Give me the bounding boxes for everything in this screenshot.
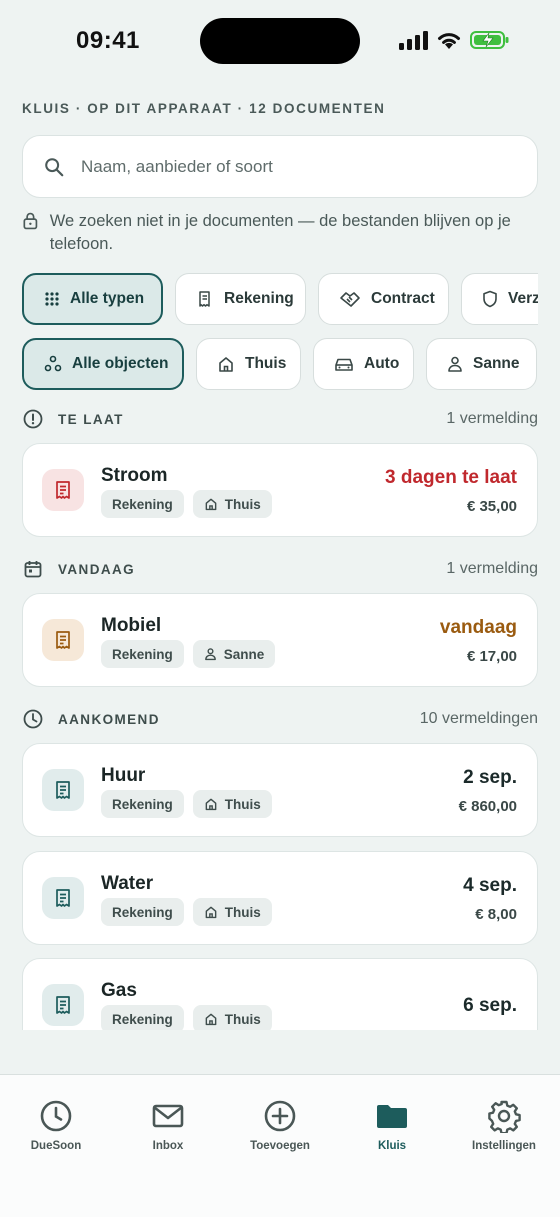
- document-title: Mobiel: [101, 615, 162, 636]
- tab-kluis[interactable]: Kluis: [336, 1099, 448, 1152]
- document-list: TE LAAT 1 vermelding Stroom Rekening Thu…: [0, 0, 560, 1030]
- tab-bar: DueSoon Inbox Toevoegen Kluis Instelling…: [0, 1074, 560, 1217]
- document-card-water[interactable]: Water Rekening Thuis 4 sep. € 8,00: [22, 851, 538, 945]
- section-count: 10 vermeldingen: [419, 710, 538, 727]
- house-icon: [205, 798, 217, 811]
- document-title: Huur: [101, 765, 146, 786]
- section-count: 1 vermelding: [446, 560, 538, 577]
- folder-icon: [377, 1105, 407, 1128]
- section-label: AANKOMEND: [58, 711, 160, 727]
- clock-icon: [40, 1100, 72, 1132]
- object-tag: Thuis: [192, 490, 272, 518]
- document-card-huur[interactable]: Huur Rekening Thuis 2 sep. € 860,00: [22, 743, 538, 837]
- amount-label: € 35,00: [466, 498, 517, 515]
- person-icon: [204, 648, 216, 661]
- section-count: 1 vermelding: [446, 410, 538, 427]
- plus-circle-icon: [264, 1100, 296, 1132]
- receipt-icon: [56, 631, 70, 649]
- clock-icon: [23, 709, 43, 729]
- type-tag: Rekening: [101, 790, 184, 818]
- type-tag: Rekening: [101, 490, 184, 518]
- due-label: 2 sep.: [463, 767, 517, 788]
- due-label: 3 dagen te laat: [385, 467, 517, 488]
- object-tag-label: Thuis: [224, 904, 261, 920]
- object-tag-label: Thuis: [224, 796, 261, 812]
- document-tags: Rekening Sanne: [101, 640, 276, 668]
- document-card-gas[interactable]: Gas Rekening Thuis 6 sep.: [22, 958, 538, 1030]
- document-tags: Rekening Thuis: [101, 1005, 272, 1030]
- document-icon-badge: [42, 619, 84, 661]
- tab-label: Inbox: [152, 1140, 184, 1152]
- object-tag: Sanne: [192, 640, 276, 668]
- object-tag-label: Sanne: [223, 646, 265, 662]
- document-tags: Rekening Thuis: [101, 490, 272, 518]
- object-tag-label: Thuis: [224, 496, 261, 512]
- type-tag: Rekening: [101, 1005, 184, 1030]
- document-icon-badge: [42, 769, 84, 811]
- house-icon: [205, 1013, 217, 1026]
- due-label: vandaag: [439, 617, 517, 638]
- tab-duesoon[interactable]: DueSoon: [0, 1099, 112, 1152]
- document-card-mobiel[interactable]: Mobiel Rekening Sanne vandaag € 17,00: [22, 593, 538, 687]
- receipt-icon: [56, 996, 70, 1014]
- house-icon: [205, 498, 217, 511]
- amount-label: € 8,00: [475, 906, 517, 923]
- calendar-icon: [24, 561, 42, 578]
- section-header-today: VANDAAG 1 vermelding: [22, 557, 538, 581]
- due-label: 6 sep.: [463, 995, 517, 1016]
- gear-icon: [488, 1100, 521, 1133]
- receipt-icon: [56, 889, 70, 907]
- tab-label: Toevoegen: [250, 1140, 310, 1152]
- section-label: VANDAAG: [58, 561, 136, 577]
- tab-instellingen[interactable]: Instellingen: [448, 1099, 560, 1152]
- document-tags: Rekening Thuis: [101, 790, 272, 818]
- object-tag-label: Thuis: [224, 1011, 261, 1027]
- house-icon: [205, 906, 217, 919]
- document-icon-badge: [42, 877, 84, 919]
- receipt-icon: [56, 781, 70, 799]
- tab-label: DueSoon: [30, 1140, 82, 1152]
- amount-label: € 17,00: [466, 648, 517, 665]
- tab-inbox[interactable]: Inbox: [112, 1099, 224, 1152]
- document-title: Stroom: [101, 465, 168, 486]
- amount-label: € 860,00: [458, 798, 517, 815]
- document-icon-badge: [42, 984, 84, 1026]
- mail-icon: [152, 1104, 184, 1128]
- type-tag: Rekening: [101, 640, 184, 668]
- object-tag: Thuis: [192, 1005, 272, 1030]
- document-icon-badge: [42, 469, 84, 511]
- type-tag: Rekening: [101, 898, 184, 926]
- tab-label: Kluis: [377, 1140, 407, 1152]
- due-label: 4 sep.: [463, 875, 517, 896]
- alert-circle-icon: [23, 409, 43, 429]
- object-tag: Thuis: [192, 898, 272, 926]
- document-title: Water: [101, 873, 154, 894]
- document-tags: Rekening Thuis: [101, 898, 272, 926]
- section-label: TE LAAT: [58, 411, 124, 427]
- section-header-upcoming: AANKOMEND 10 vermeldingen: [22, 707, 538, 731]
- section-header-late: TE LAAT 1 vermelding: [22, 407, 538, 431]
- document-card-stroom[interactable]: Stroom Rekening Thuis 3 dagen te laat € …: [22, 443, 538, 537]
- document-title: Gas: [101, 980, 137, 1001]
- tab-toevoegen[interactable]: Toevoegen: [224, 1099, 336, 1152]
- receipt-icon: [56, 481, 70, 499]
- tab-label: Instellingen: [472, 1140, 536, 1152]
- object-tag: Thuis: [192, 790, 272, 818]
